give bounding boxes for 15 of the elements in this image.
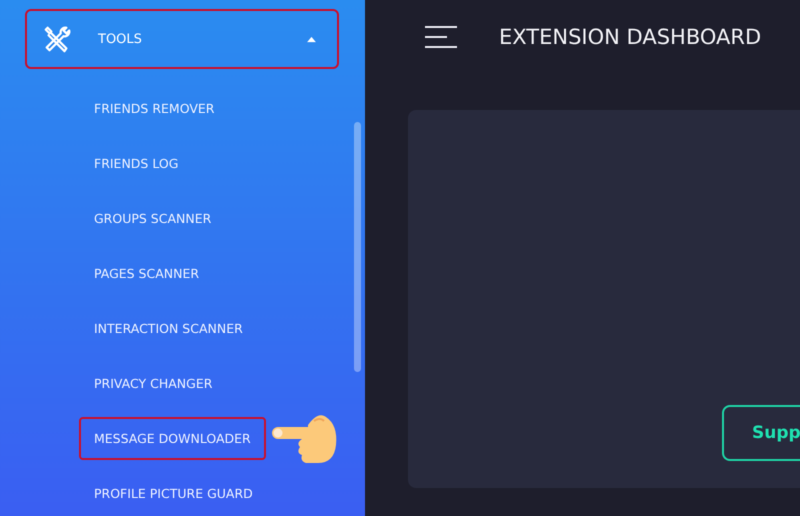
sidebar-item[interactable]: FRIENDS REMOVER bbox=[79, 87, 230, 130]
caret-icon bbox=[306, 36, 317, 42]
sidebar-item[interactable]: MESSAGE DOWNLOADER bbox=[79, 417, 266, 460]
sidebar-item[interactable]: PAGES SCANNER bbox=[79, 252, 214, 295]
menu-icon[interactable] bbox=[425, 25, 457, 49]
tools-menu-header[interactable]: TOOLS bbox=[25, 9, 339, 69]
sidebar-item[interactable]: GROUPS SCANNER bbox=[79, 197, 226, 240]
support-button[interactable]: Supp bbox=[722, 405, 800, 461]
crossed-tools-icon bbox=[42, 24, 72, 54]
scrollbar[interactable] bbox=[354, 122, 361, 372]
page-title: EXTENSION DASHBOARD bbox=[499, 25, 762, 49]
sidebar-item[interactable]: FRIENDS LOG bbox=[79, 142, 194, 185]
sidebar-item[interactable]: PRIVACY CHANGER bbox=[79, 362, 228, 405]
sidebar-item[interactable]: INTERACTION SCANNER bbox=[79, 307, 258, 350]
sidebar-item[interactable]: PROFILE PICTURE GUARD bbox=[79, 472, 268, 515]
